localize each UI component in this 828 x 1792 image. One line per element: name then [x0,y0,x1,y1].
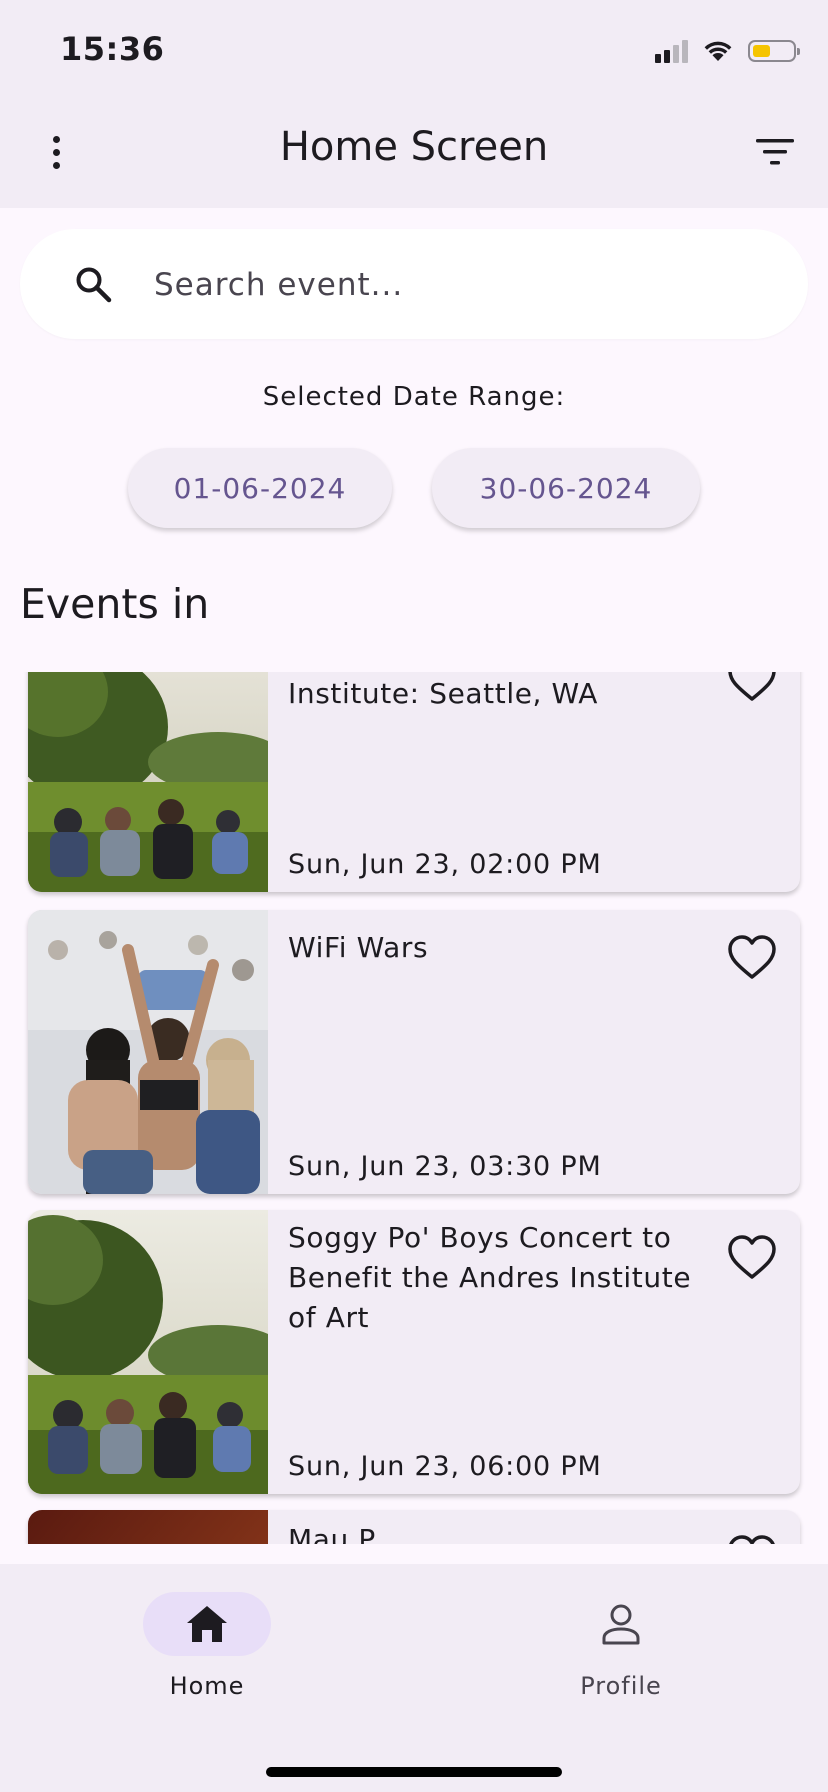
nav-label-profile: Profile [580,1672,662,1700]
event-image [28,672,268,892]
heart-outline-icon[interactable] [726,672,778,706]
event-image [28,910,268,1194]
event-card[interactable]: Mau P [28,1510,800,1544]
search-bar[interactable] [20,229,808,339]
event-card[interactable]: WiFi Wars Sun, Jun 23, 03:30 PM [28,910,800,1194]
heart-outline-icon[interactable] [726,1532,778,1544]
heart-outline-icon[interactable] [726,932,778,984]
event-date: Sun, Jun 23, 06:00 PM [288,1451,602,1482]
end-date-button[interactable]: 30-06-2024 [432,448,700,528]
date-range-label: Selected Date Range: [262,382,566,412]
events-section-title: Events in [20,580,210,628]
status-time: 15:36 [60,30,165,68]
cellular-signal-icon [655,39,688,63]
event-card[interactable]: Soggy Po' Boys Concert to Benefit the An… [28,1210,800,1494]
nav-item-home[interactable]: Home [97,1592,317,1712]
search-icon [76,267,112,303]
nav-label-home: Home [169,1672,245,1700]
person-outline-icon [602,1604,640,1645]
heart-outline-icon[interactable] [726,1232,778,1284]
home-screen: 15:36 Home Screen Search event... Select… [0,0,828,1792]
event-date: Sun, Jun 23, 03:30 PM [288,1151,602,1182]
battery-icon [748,40,800,62]
event-image [28,1510,268,1544]
search-input[interactable] [152,257,776,313]
filter-list-icon[interactable] [754,134,798,170]
wifi-icon [704,41,732,61]
start-date-button[interactable]: 01-06-2024 [128,448,392,528]
status-icons [655,34,800,68]
event-title: Mau P [288,1523,376,1544]
event-title: Institute: Seattle, WA [288,677,599,710]
event-title: WiFi Wars [288,931,429,964]
event-list[interactable]: Institute: Seattle, WA Sun, Jun 23, 02:0… [0,672,828,1544]
event-card[interactable]: Institute: Seattle, WA Sun, Jun 23, 02:0… [28,672,800,892]
bottom-navigation: Home Profile [0,1564,828,1792]
top-app-bar: 15:36 Home Screen [0,0,828,208]
event-date: Sun, Jun 23, 02:00 PM [288,849,602,880]
event-title: Soggy Po' Boys Concert to Benefit the An… [288,1221,692,1334]
event-image [28,1210,268,1494]
home-icon [187,1606,227,1642]
nav-item-profile[interactable]: Profile [511,1592,731,1712]
home-indicator[interactable] [266,1767,562,1777]
page-title: Home Screen [279,124,549,170]
